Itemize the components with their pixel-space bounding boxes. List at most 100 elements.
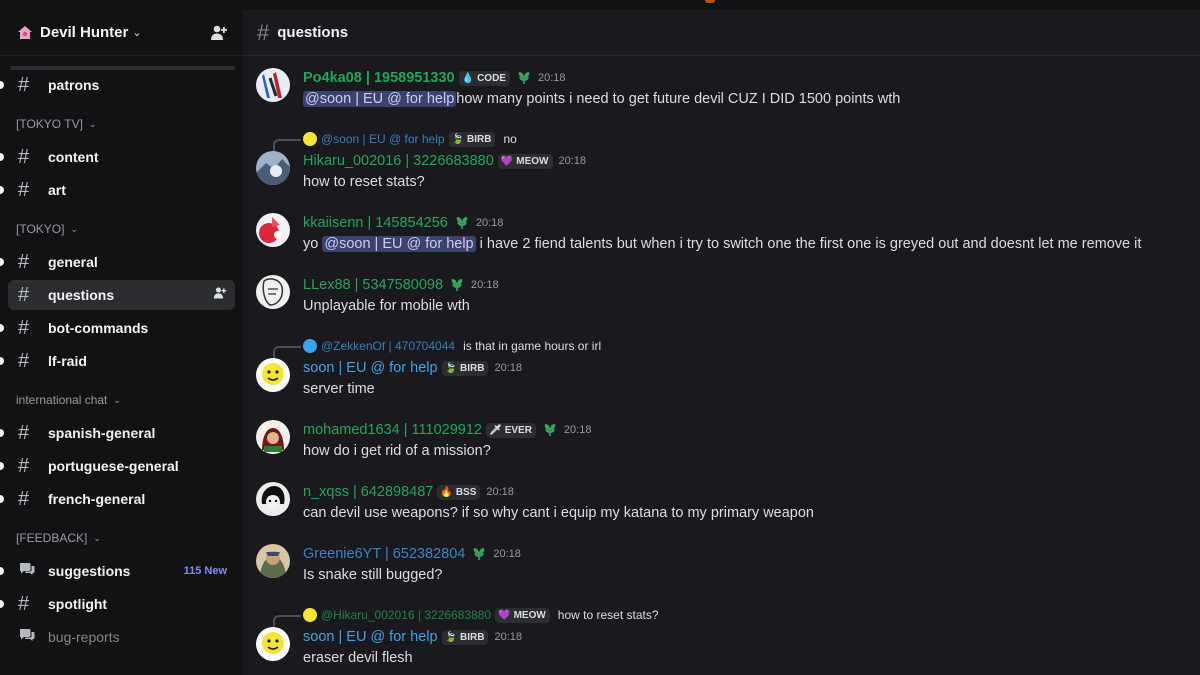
sidebar-item-spanish-general[interactable]: # spanish-general xyxy=(0,418,235,448)
avatar[interactable] xyxy=(256,213,290,247)
category-header[interactable]: [FEEDBACK] ⌄ xyxy=(8,528,235,548)
avatar[interactable] xyxy=(256,275,290,309)
message-text: Unplayable for mobile wth xyxy=(303,298,470,314)
message[interactable]: kkaiisenn | 145854256 20:18 yo @soon | EU … xyxy=(243,213,1200,255)
sidebar-item-questions[interactable]: # questions xyxy=(8,280,235,310)
username[interactable]: n_xqss | 642898487 xyxy=(303,484,433,500)
message-content: server time xyxy=(303,378,1184,400)
sidebar-item-bug-reports[interactable]: bug-reports xyxy=(8,622,235,652)
reply-preview[interactable]: @soon | EU @ for help 🍃 BIRB no xyxy=(273,130,1184,151)
unread-indicator xyxy=(0,600,4,608)
chevron-down-icon: ⌄ xyxy=(132,27,142,39)
reply-author[interactable]: @Hikaru_002016 | 3226683880 xyxy=(321,608,491,622)
role-tag: 💜 MEOW xyxy=(497,153,553,169)
avatar[interactable] xyxy=(256,151,290,185)
role-tag-text: CODE xyxy=(477,72,506,84)
avatar[interactable] xyxy=(256,358,290,392)
message-text: how do i get rid of a mission? xyxy=(303,443,491,459)
sidebar-item-label: questions xyxy=(48,287,115,303)
sidebar-item-spotlight[interactable]: # spotlight xyxy=(0,589,235,619)
flame-icon: 🔥 xyxy=(440,486,453,498)
user-mention[interactable]: @soon | EU @ for help xyxy=(322,236,476,252)
username[interactable]: soon | EU @ for help xyxy=(303,360,438,376)
sidebar-item-general[interactable]: # general xyxy=(0,247,235,277)
sidebar-item-label: bug-reports xyxy=(48,629,120,645)
reply-connector xyxy=(273,615,301,627)
channel-header: # questions xyxy=(243,10,1200,56)
role-tag-text: MEOW xyxy=(516,155,549,167)
message[interactable]: n_xqss | 642898487 🔥 BSS 20:18 can devil use… xyxy=(243,482,1200,524)
hash-icon: # xyxy=(18,488,30,510)
category-label: [FEEDBACK] xyxy=(16,531,88,545)
chevron-down-icon: ⌄ xyxy=(88,118,97,129)
sidebar-item-lf-raid[interactable]: # lf-raid xyxy=(0,346,235,376)
hash-icon: # xyxy=(18,455,30,477)
sidebar-item-content[interactable]: # content xyxy=(0,142,235,172)
category-label: [TOKYO TV] xyxy=(16,117,83,131)
message[interactable]: @ZekkenOf | 470704044 is that in game hou… xyxy=(243,337,1200,400)
timestamp: 20:18 xyxy=(471,279,499,291)
server-header[interactable]: Devil Hunter ⌄ xyxy=(0,10,243,56)
message[interactable]: Po4ka08 | 1958951330 💧 CODE 20:18 @soon | EU… xyxy=(243,68,1200,110)
sidebar-item-label: spotlight xyxy=(48,596,108,612)
username[interactable]: Hikaru_002016 | 3226683880 xyxy=(303,153,494,169)
role-tag-text: BSS xyxy=(455,486,477,498)
message-list: Po4ka08 | 1958951330 💧 CODE 20:18 @soon | EU… xyxy=(243,56,1200,669)
message-text: Is snake still bugged? xyxy=(303,567,443,583)
message[interactable]: @Hikaru_002016 | 3226683880 💜 MEOW how to r… xyxy=(243,606,1200,669)
avatar[interactable] xyxy=(256,482,290,516)
sidebar-item-patrons[interactable]: # patrons xyxy=(0,70,235,100)
reply-connector xyxy=(273,346,301,358)
sidebar-item-portuguese-general[interactable]: # portuguese-general xyxy=(0,451,235,481)
reply-role-tag: 🍃 BIRB xyxy=(448,131,496,147)
message[interactable]: Greenie6YT | 652382804 20:18 Is snake stil… xyxy=(243,544,1200,586)
message[interactable]: @soon | EU @ for help 🍃 BIRB no Hikaru_00201… xyxy=(243,130,1200,193)
add-member-icon[interactable] xyxy=(209,23,229,43)
avatar[interactable] xyxy=(256,68,290,102)
sidebar-item-label: lf-raid xyxy=(48,353,87,369)
reply-avatar xyxy=(303,339,317,353)
sidebar-item-bot-commands[interactable]: # bot-commands xyxy=(0,313,235,343)
sidebar-item-label: general xyxy=(48,254,98,270)
username[interactable]: Po4ka08 | 1958951330 xyxy=(303,70,455,86)
user-mention[interactable]: @soon | EU @ for help xyxy=(303,91,457,107)
username[interactable]: mohamed1634 | 111029912 xyxy=(303,422,482,438)
unread-indicator xyxy=(0,81,4,89)
username[interactable]: Greenie6YT | 652382804 xyxy=(303,546,465,562)
sidebar-item-label: spanish-general xyxy=(48,425,156,441)
timestamp: 20:18 xyxy=(563,424,592,436)
username[interactable]: soon | EU @ for help xyxy=(303,629,438,645)
sidebar-item-art[interactable]: # art xyxy=(0,175,235,205)
chevron-down-icon: ⌄ xyxy=(113,394,121,405)
unread-indicator xyxy=(0,258,4,266)
reply-author[interactable]: @ZekkenOf | 470704044 xyxy=(321,339,455,353)
add-member-icon[interactable] xyxy=(213,286,227,305)
sidebar-item-french-general[interactable]: # french-general xyxy=(0,484,235,514)
message-text: i have 2 fiend talents but when i try to… xyxy=(475,236,1142,252)
sidebar-item-suggestions[interactable]: suggestions 115 New xyxy=(0,556,235,586)
category-header[interactable]: international chat ⌄ xyxy=(8,390,235,410)
reply-preview[interactable]: @ZekkenOf | 470704044 is that in game hou… xyxy=(273,337,1184,358)
forum-icon xyxy=(18,560,40,582)
reply-preview[interactable]: @Hikaru_002016 | 3226683880 💜 MEOW how to r… xyxy=(273,606,1184,627)
unread-indicator xyxy=(0,495,4,503)
hash-icon: # xyxy=(18,146,30,168)
clover-badge-icon xyxy=(471,546,487,562)
avatar[interactable] xyxy=(256,420,290,454)
clover-badge-icon xyxy=(454,215,470,231)
category-header[interactable]: [TOKYO TV] ⌄ xyxy=(8,114,235,134)
reply-author[interactable]: @soon | EU @ for help xyxy=(321,132,445,146)
avatar[interactable] xyxy=(256,544,290,578)
channel-title: questions xyxy=(277,24,349,41)
avatar[interactable] xyxy=(256,627,290,661)
heart-icon: 💜 xyxy=(500,155,514,167)
message[interactable]: LLex88 | 5347580098 20:18 Unplayable for m… xyxy=(243,275,1200,317)
clover-badge-icon xyxy=(542,422,558,438)
category-header[interactable]: [TOKYO] ⌄ xyxy=(8,219,235,239)
message[interactable]: mohamed1634 | 111029912 🗡 EVER 20:18 how do … xyxy=(243,420,1200,462)
message-header: kkaiisenn | 145854256 20:18 xyxy=(303,213,1184,233)
hash-icon: # xyxy=(18,593,30,615)
leaf-icon: 🍃 xyxy=(444,362,458,374)
username[interactable]: LLex88 | 5347580098 xyxy=(303,277,443,293)
username[interactable]: kkaiisenn | 145854256 xyxy=(303,215,448,231)
